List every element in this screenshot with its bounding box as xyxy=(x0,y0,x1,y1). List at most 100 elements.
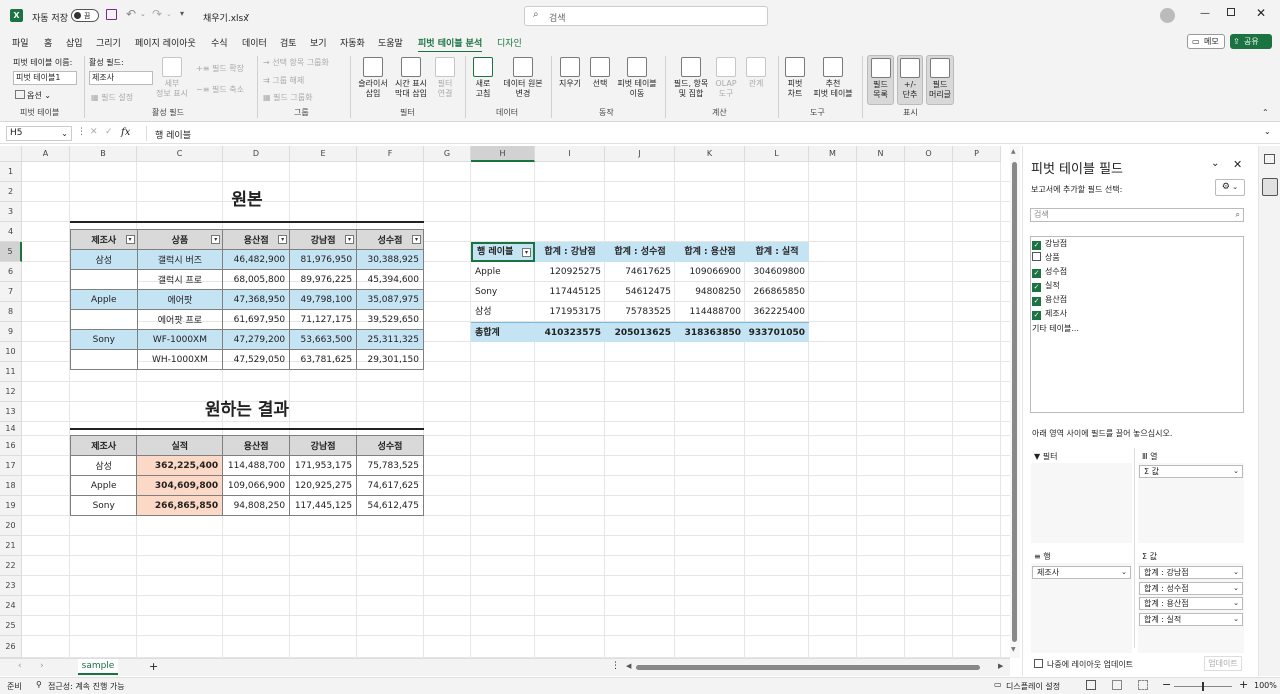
row-header[interactable]: 11 xyxy=(0,362,22,382)
columns-area-item[interactable]: Σ 값 ⌄ xyxy=(1139,465,1243,478)
values-area-item[interactable]: 합계 : 강남점 ⌄ xyxy=(1139,566,1243,579)
maximize-icon[interactable] xyxy=(1227,8,1235,16)
result-header-cell[interactable]: 성수점 xyxy=(356,435,424,456)
source-cell[interactable]: 30,388,925 xyxy=(356,249,424,270)
result-cell[interactable]: 109,066,900 xyxy=(222,475,291,496)
scroll-down-icon[interactable]: ▼ xyxy=(1011,646,1016,653)
worksheet-grid[interactable]: ABCDEFGHIJKLMNOP 1 2 3 4 5 6 7 8 9 10 11 12 13 14 16 17… xyxy=(0,146,1010,658)
page-break-view-icon[interactable] xyxy=(1138,680,1148,690)
column-header[interactable]: P xyxy=(953,146,1001,162)
column-header[interactable]: A xyxy=(22,146,70,162)
pivot-cell[interactable]: 75783525 xyxy=(605,302,675,322)
customize-qat-icon[interactable]: ▾ xyxy=(180,9,184,18)
memo-button[interactable]: ▭ 메모 xyxy=(1187,34,1225,49)
tab-review[interactable]: 검토 xyxy=(280,36,297,49)
scroll-up-icon[interactable]: ▲ xyxy=(1011,148,1016,155)
field-item[interactable]: ✓ 성수점 xyxy=(1032,266,1067,278)
source-cell[interactable]: 47,529,050 xyxy=(222,349,291,370)
column-header[interactable]: K xyxy=(675,146,745,162)
tab-automate[interactable]: 자동화 xyxy=(340,36,365,49)
share-button[interactable]: ⇪ 공유 xyxy=(1230,34,1272,49)
pivot-cell[interactable]: 94808250 xyxy=(675,282,745,302)
defer-update-checkbox[interactable] xyxy=(1034,659,1043,668)
collapse-ribbon-icon[interactable]: ⌃ xyxy=(1262,108,1269,117)
source-cell[interactable]: 68,005,800 xyxy=(222,269,291,290)
pane-close-icon[interactable]: ✕ xyxy=(1233,158,1242,171)
row-header[interactable]: 18 xyxy=(0,476,22,496)
column-header[interactable]: B xyxy=(70,146,137,162)
row-header[interactable]: 9 xyxy=(0,322,22,342)
tab-view[interactable]: 보기 xyxy=(310,36,327,49)
field-item[interactable]: 상품 xyxy=(1032,252,1060,263)
column-header[interactable]: M xyxy=(809,146,857,162)
result-cell[interactable]: Sony xyxy=(69,495,138,516)
tab-draw[interactable]: 그리기 xyxy=(96,36,121,49)
filter-dropdown-icon[interactable]: ▾ xyxy=(125,235,135,244)
sheetbar-more-icon[interactable]: ⋮ xyxy=(611,661,620,671)
minimize-icon[interactable]: — xyxy=(1200,8,1210,19)
tab-insert[interactable]: 삽입 xyxy=(66,36,83,49)
source-cell[interactable]: 53,663,500 xyxy=(289,329,358,350)
pivot-cell[interactable]: 삼성 xyxy=(471,302,535,322)
pivot-cell[interactable]: 117445125 xyxy=(535,282,605,302)
zoom-out-icon[interactable]: − xyxy=(1162,678,1171,691)
tab-file[interactable]: 파일 xyxy=(12,36,29,49)
zoom-level[interactable]: 100% xyxy=(1254,681,1277,690)
side-panel-icon[interactable] xyxy=(1264,154,1275,164)
autosave-toggle[interactable]: 끔 xyxy=(71,9,99,22)
prev-sheet-icon[interactable]: ‹ xyxy=(18,661,22,671)
tab-home[interactable]: 홈 xyxy=(44,36,52,49)
source-cell[interactable]: 61,697,950 xyxy=(222,309,291,330)
recommended-pivottables-button[interactable]: 추천 피벗 테이블 xyxy=(810,57,856,99)
pivot-total-cell[interactable]: 318363850 xyxy=(675,322,745,342)
pivot-cell[interactable]: 114488700 xyxy=(675,302,745,322)
source-cell[interactable]: 29,301,150 xyxy=(356,349,424,370)
tab-formulas[interactable]: 수식 xyxy=(211,36,228,49)
result-cell[interactable]: 171,953,175 xyxy=(289,455,358,476)
tab-design[interactable]: 디자인 xyxy=(497,36,522,49)
source-cell[interactable]: 35,087,975 xyxy=(356,289,424,310)
pivot-cell[interactable]: 120925275 xyxy=(535,262,605,282)
row-header[interactable]: 26 xyxy=(0,636,22,658)
field-checkbox[interactable]: ✓ xyxy=(1032,297,1041,306)
move-pivottable-button[interactable]: 피벗 테이블 이동 xyxy=(614,57,660,99)
field-item[interactable]: ✓ 실적 xyxy=(1032,280,1060,292)
row-header[interactable]: 13 xyxy=(0,402,22,422)
filter-dropdown-icon[interactable]: ▾ xyxy=(412,235,421,244)
row-header[interactable]: 16 xyxy=(0,436,22,456)
save-icon[interactable] xyxy=(106,9,117,20)
row-header[interactable]: 6 xyxy=(0,262,22,282)
column-header[interactable]: J xyxy=(605,146,675,162)
select-all-corner[interactable] xyxy=(0,146,22,162)
field-item[interactable]: ✓ 용산점 xyxy=(1032,294,1067,306)
field-headers-button[interactable]: 필드 머리글 xyxy=(926,55,954,105)
field-item[interactable]: ✓ 강남점 xyxy=(1032,238,1067,250)
result-cell[interactable]: Apple xyxy=(69,475,138,496)
name-box[interactable]: H5 ⌄ xyxy=(6,126,72,141)
zoom-slider-thumb[interactable] xyxy=(1202,682,1204,691)
cancel-icon[interactable]: ✕ xyxy=(90,127,98,137)
row-header[interactable]: 4 xyxy=(0,222,22,242)
pivot-header-cell[interactable]: 합계 : 용산점 xyxy=(675,242,745,262)
pivot-cell[interactable]: 171953175 xyxy=(535,302,605,322)
source-cell[interactable]: Apple xyxy=(70,289,138,310)
filter-dropdown-icon[interactable]: ▾ xyxy=(211,235,221,244)
pivot-total-cell[interactable]: 총합계 xyxy=(471,322,535,342)
result-header-cell[interactable]: 실적 xyxy=(136,435,224,456)
row-header[interactable]: 22 xyxy=(0,556,22,576)
source-cell[interactable]: 25,311,325 xyxy=(356,329,424,350)
source-cell[interactable]: 39,529,650 xyxy=(356,309,424,330)
redo-icon[interactable]: ↷ xyxy=(152,7,162,21)
search-box[interactable]: ⌕ 검색 xyxy=(524,6,768,26)
fields-items-sets-button[interactable]: 필드, 항목 및 집합 xyxy=(670,57,712,99)
source-cell[interactable]: 81,976,950 xyxy=(289,249,358,270)
row-header[interactable]: 17 xyxy=(0,456,22,476)
enter-icon[interactable]: ✓ xyxy=(105,127,113,137)
row-header[interactable]: 24 xyxy=(0,596,22,616)
pivot-cell[interactable]: 304609800 xyxy=(745,262,809,282)
hscroll-right-icon[interactable]: ▶ xyxy=(998,662,1003,670)
scroll-thumb[interactable] xyxy=(1012,162,1017,642)
formula-content[interactable]: 행 레이블 xyxy=(155,128,191,141)
account-icon[interactable] xyxy=(1160,8,1175,23)
field-list-button[interactable]: 필드 목록 xyxy=(867,55,894,105)
